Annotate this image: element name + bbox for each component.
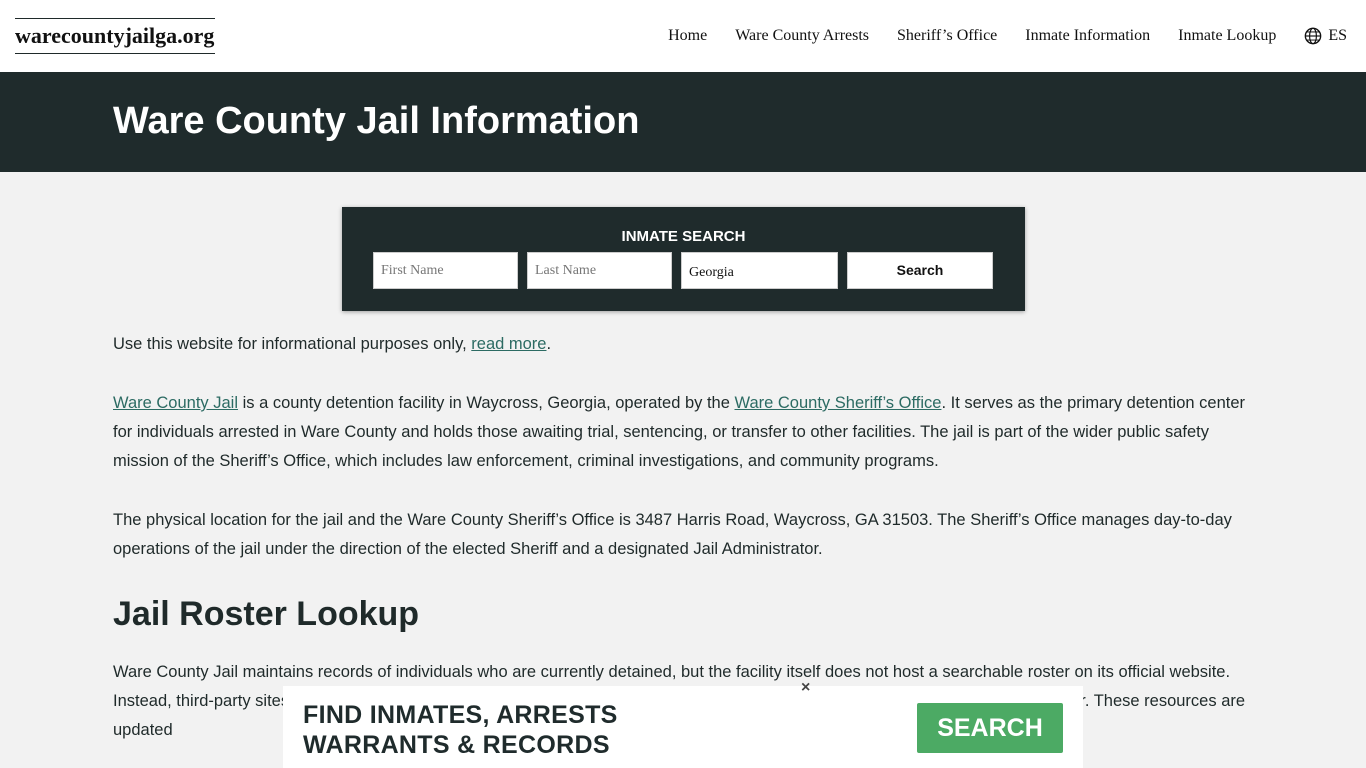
disclaimer-end: . xyxy=(546,335,552,353)
nav-arrests[interactable]: Ware County Arrests xyxy=(735,27,869,45)
nav-sheriffs-office[interactable]: Sheriff’s Office xyxy=(897,27,997,45)
ad-headline: FIND INMATES, ARRESTS WARRANTS & RECORDS xyxy=(303,700,618,760)
ad-line-2: WARRANTS & RECORDS xyxy=(303,731,610,759)
disclaimer-paragraph: Use this website for informational purpo… xyxy=(113,330,1253,359)
sheriffs-office-link[interactable]: Ware County Sheriff’s Office xyxy=(735,394,942,412)
ware-county-jail-link[interactable]: Ware County Jail xyxy=(113,394,238,412)
disclaimer-text: Use this website for informational purpo… xyxy=(113,335,472,353)
state-select[interactable]: Georgia xyxy=(681,252,838,289)
globe-icon xyxy=(1305,27,1322,45)
first-name-input[interactable] xyxy=(373,252,518,289)
main-nav: Home Ware County Arrests Sheriff’s Offic… xyxy=(668,0,1347,72)
intro-paragraph: Ware County Jail is a county detention f… xyxy=(113,389,1253,476)
location-paragraph: The physical location for the jail and t… xyxy=(113,511,1232,558)
nav-inmate-lookup[interactable]: Inmate Lookup xyxy=(1178,27,1276,45)
last-name-input[interactable] xyxy=(527,252,672,289)
ad-line-1: FIND INMATES, ARRESTS xyxy=(303,701,618,729)
close-icon[interactable]: × xyxy=(801,679,810,697)
hero-banner: Ware County Jail Information xyxy=(0,72,1366,172)
nav-inmate-information[interactable]: Inmate Information xyxy=(1025,27,1150,45)
language-switch[interactable]: ES xyxy=(1304,27,1347,45)
read-more-link[interactable]: read more xyxy=(471,335,546,353)
page-title: Ware County Jail Information xyxy=(113,100,640,142)
intro-text-1: is a county detention facility in Waycro… xyxy=(238,394,735,412)
ad-banner[interactable]: FIND INMATES, ARRESTS WARRANTS & RECORDS… xyxy=(283,686,1083,768)
language-label: ES xyxy=(1328,27,1347,44)
site-logo[interactable]: warecountyjailga.org xyxy=(15,18,216,54)
nav-home[interactable]: Home xyxy=(668,27,707,45)
search-button[interactable]: Search xyxy=(847,252,993,289)
search-panel-title: INMATE SEARCH xyxy=(621,228,746,245)
ad-search-button[interactable]: SEARCH xyxy=(917,703,1063,753)
roster-heading: Jail Roster Lookup xyxy=(113,595,420,633)
site-header: warecountyjailga.org Home Ware County Ar… xyxy=(0,0,1366,72)
inmate-search-panel: INMATE SEARCH Georgia Search xyxy=(342,207,1025,311)
